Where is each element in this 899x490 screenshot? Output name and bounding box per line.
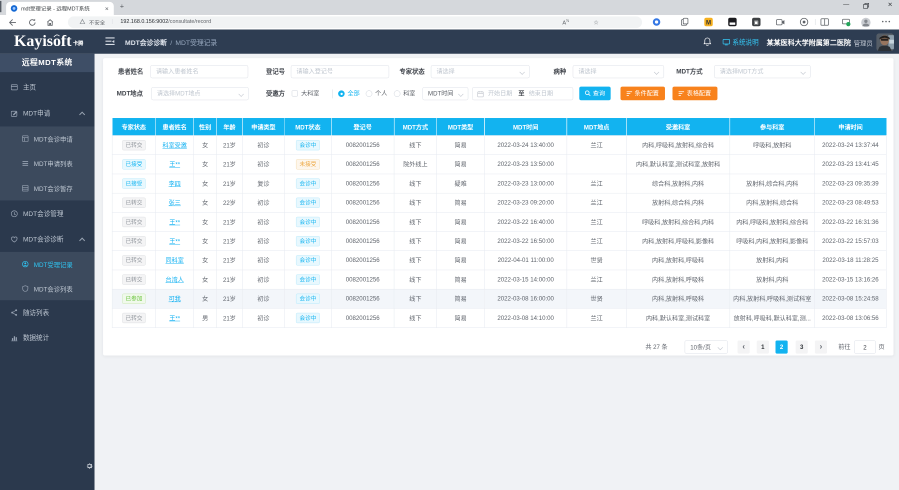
svg-text:M: M [706, 19, 711, 26]
svg-text:▣: ▣ [754, 20, 759, 26]
